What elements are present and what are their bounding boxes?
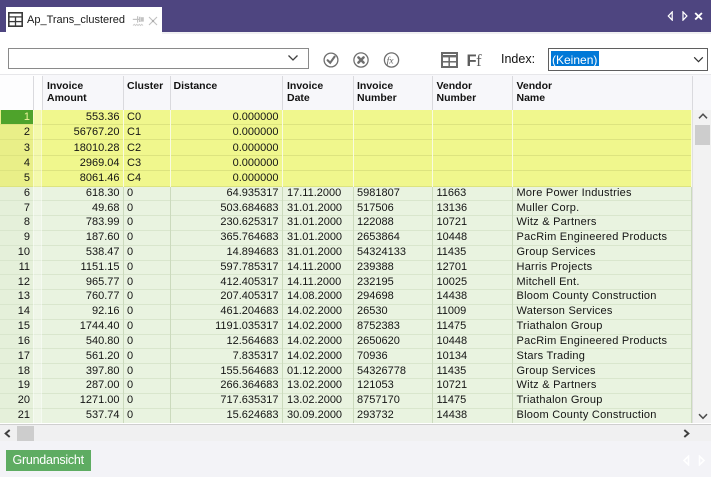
svg-text:fx: fx <box>387 55 395 66</box>
